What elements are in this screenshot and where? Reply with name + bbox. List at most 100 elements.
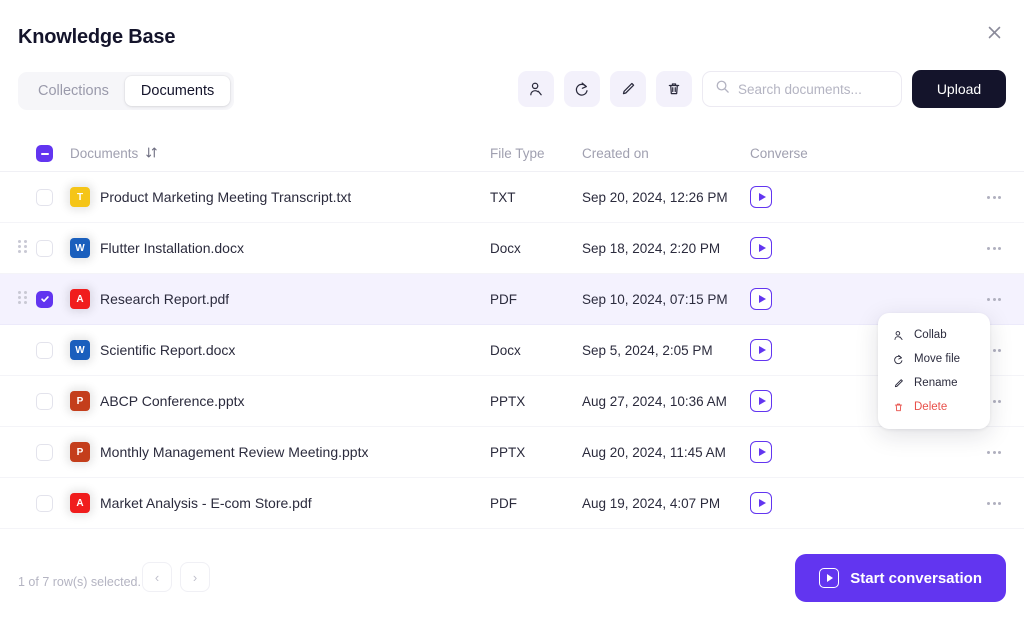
- file-type-icon: W: [70, 340, 90, 360]
- row-name-cell: W Scientific Report.docx: [70, 340, 490, 360]
- document-name: Market Analysis - E-com Store.pdf: [100, 495, 312, 511]
- row-more-options-button[interactable]: [982, 185, 1006, 209]
- tab-documents[interactable]: Documents: [124, 76, 231, 106]
- context-menu-label: Rename: [914, 377, 958, 389]
- column-header-file-type: File Type: [490, 146, 545, 161]
- context-menu-item-delete[interactable]: Delete: [878, 395, 990, 419]
- file-type-value: PDF: [490, 495, 517, 511]
- search-box[interactable]: [702, 71, 915, 107]
- file-type-value: PDF: [490, 291, 517, 307]
- context-menu-label: Move file: [914, 353, 961, 365]
- table-row[interactable]: W Flutter Installation.docx Docx Sep 18, 20…: [0, 223, 1024, 274]
- file-type-value: PPTX: [490, 393, 526, 409]
- converse-play-button[interactable]: [750, 441, 772, 463]
- start-conversation-label: Start conversation: [850, 569, 982, 587]
- created-on-value: Sep 20, 2024, 12:26 PM: [582, 189, 728, 205]
- table-row[interactable]: P Monthly Management Review Meeting.pptx P…: [0, 427, 1024, 478]
- converse-play-button[interactable]: [750, 288, 772, 310]
- tab-group: Collections Documents: [18, 72, 235, 110]
- column-header-created-on: Created on: [582, 146, 649, 161]
- row-checkbox-cell: [36, 443, 70, 461]
- page-title: Knowledge Base: [18, 26, 176, 48]
- row-menu-cell: [972, 440, 1006, 464]
- redo-arrow-icon: [892, 354, 905, 365]
- column-header-documents[interactable]: Documents: [70, 146, 490, 162]
- converse-play-button[interactable]: [750, 390, 772, 412]
- document-name: Research Report.pdf: [100, 291, 230, 307]
- file-type-icon: W: [70, 238, 90, 258]
- row-checkbox[interactable]: [36, 290, 53, 308]
- row-menu-cell: [972, 287, 1006, 311]
- row-more-options-button[interactable]: [982, 287, 1006, 311]
- select-all-checkbox-cell: [36, 145, 70, 162]
- context-menu-label: Delete: [914, 401, 948, 413]
- context-menu-item-rename[interactable]: Rename: [878, 371, 990, 395]
- collab-button[interactable]: [518, 71, 554, 107]
- row-checkbox-cell: [36, 341, 70, 359]
- table-row[interactable]: T Product Marketing Meeting Transcript.tx…: [0, 172, 1024, 223]
- converse-play-button[interactable]: [750, 186, 772, 208]
- row-checkbox[interactable]: [36, 188, 53, 206]
- documents-table: Documents File Type Created on Converse …: [0, 136, 1024, 529]
- move-file-button[interactable]: [564, 71, 600, 107]
- file-type-value: TXT: [490, 189, 516, 205]
- knowledge-base-modal: Knowledge Base Collections Documents Sea…: [0, 0, 1024, 622]
- row-name-cell: A Research Report.pdf: [70, 289, 490, 309]
- file-type-value: Docx: [490, 240, 521, 256]
- row-checkbox[interactable]: [36, 443, 53, 461]
- upload-button[interactable]: Upload: [912, 70, 1006, 108]
- pagination: ‹ ›: [142, 562, 210, 592]
- table-header-row: Documents File Type Created on Converse: [0, 136, 1024, 172]
- file-type-value: PPTX: [490, 444, 526, 460]
- row-checkbox-cell: [36, 290, 70, 308]
- table-row[interactable]: P ABCP Conference.pptx PPTX Aug 27, 2024, 1…: [0, 376, 1024, 427]
- row-checkbox[interactable]: [36, 494, 53, 512]
- search-icon: [715, 79, 730, 99]
- document-name: ABCP Conference.pptx: [100, 393, 245, 409]
- delete-button[interactable]: [656, 71, 692, 107]
- context-menu-item-move-file[interactable]: Move file: [878, 347, 990, 371]
- table-row[interactable]: W Scientific Report.docx Docx Sep 5, 2024, …: [0, 325, 1024, 376]
- context-menu-item-collab[interactable]: Collab: [878, 323, 990, 347]
- row-checkbox[interactable]: [36, 341, 53, 359]
- row-more-options-button[interactable]: [982, 440, 1006, 464]
- created-on-value: Sep 10, 2024, 07:15 PM: [582, 291, 728, 307]
- converse-cell: [750, 441, 972, 463]
- play-icon: [819, 568, 840, 588]
- converse-play-button[interactable]: [750, 237, 772, 259]
- table-row[interactable]: A Research Report.pdf PDF Sep 10, 2024, 07:…: [0, 274, 1024, 325]
- table-row[interactable]: A Market Analysis - E-com Store.pdf PDF Aug…: [0, 478, 1024, 529]
- created-on-value: Aug 20, 2024, 11:45 AM: [582, 444, 726, 460]
- drag-handle-icon[interactable]: [18, 291, 28, 307]
- row-more-options-button[interactable]: [982, 491, 1006, 515]
- sort-arrows-icon[interactable]: [145, 146, 158, 162]
- row-checkbox[interactable]: [36, 239, 53, 257]
- rename-button[interactable]: [610, 71, 646, 107]
- converse-play-button[interactable]: [750, 492, 772, 514]
- document-name: Monthly Management Review Meeting.pptx: [100, 444, 369, 460]
- drag-handle-icon[interactable]: [18, 240, 28, 256]
- row-drag-cell: [18, 291, 36, 307]
- start-conversation-button[interactable]: Start conversation: [795, 554, 1006, 602]
- row-menu-cell: [972, 236, 1006, 260]
- close-icon[interactable]: [982, 20, 1006, 44]
- row-checkbox[interactable]: [36, 392, 53, 410]
- search-input[interactable]: [738, 81, 915, 97]
- row-name-cell: T Product Marketing Meeting Transcript.tx…: [70, 187, 490, 207]
- pencil-icon: [892, 378, 905, 389]
- select-all-checkbox[interactable]: [36, 145, 53, 162]
- file-type-icon: P: [70, 442, 90, 462]
- next-page-button[interactable]: ›: [180, 562, 210, 592]
- row-name-cell: A Market Analysis - E-com Store.pdf: [70, 493, 490, 513]
- converse-cell: [750, 492, 972, 514]
- table-body: T Product Marketing Meeting Transcript.tx…: [0, 172, 1024, 529]
- row-drag-cell: [18, 240, 36, 256]
- tab-collections[interactable]: Collections: [22, 76, 125, 106]
- prev-page-button[interactable]: ‹: [142, 562, 172, 592]
- toolbar: Upload: [518, 70, 1006, 108]
- row-name-cell: P Monthly Management Review Meeting.pptx: [70, 442, 490, 462]
- row-more-options-button[interactable]: [982, 236, 1006, 260]
- created-on-value: Sep 5, 2024, 2:05 PM: [582, 342, 713, 358]
- converse-play-button[interactable]: [750, 339, 772, 361]
- row-checkbox-cell: [36, 239, 70, 257]
